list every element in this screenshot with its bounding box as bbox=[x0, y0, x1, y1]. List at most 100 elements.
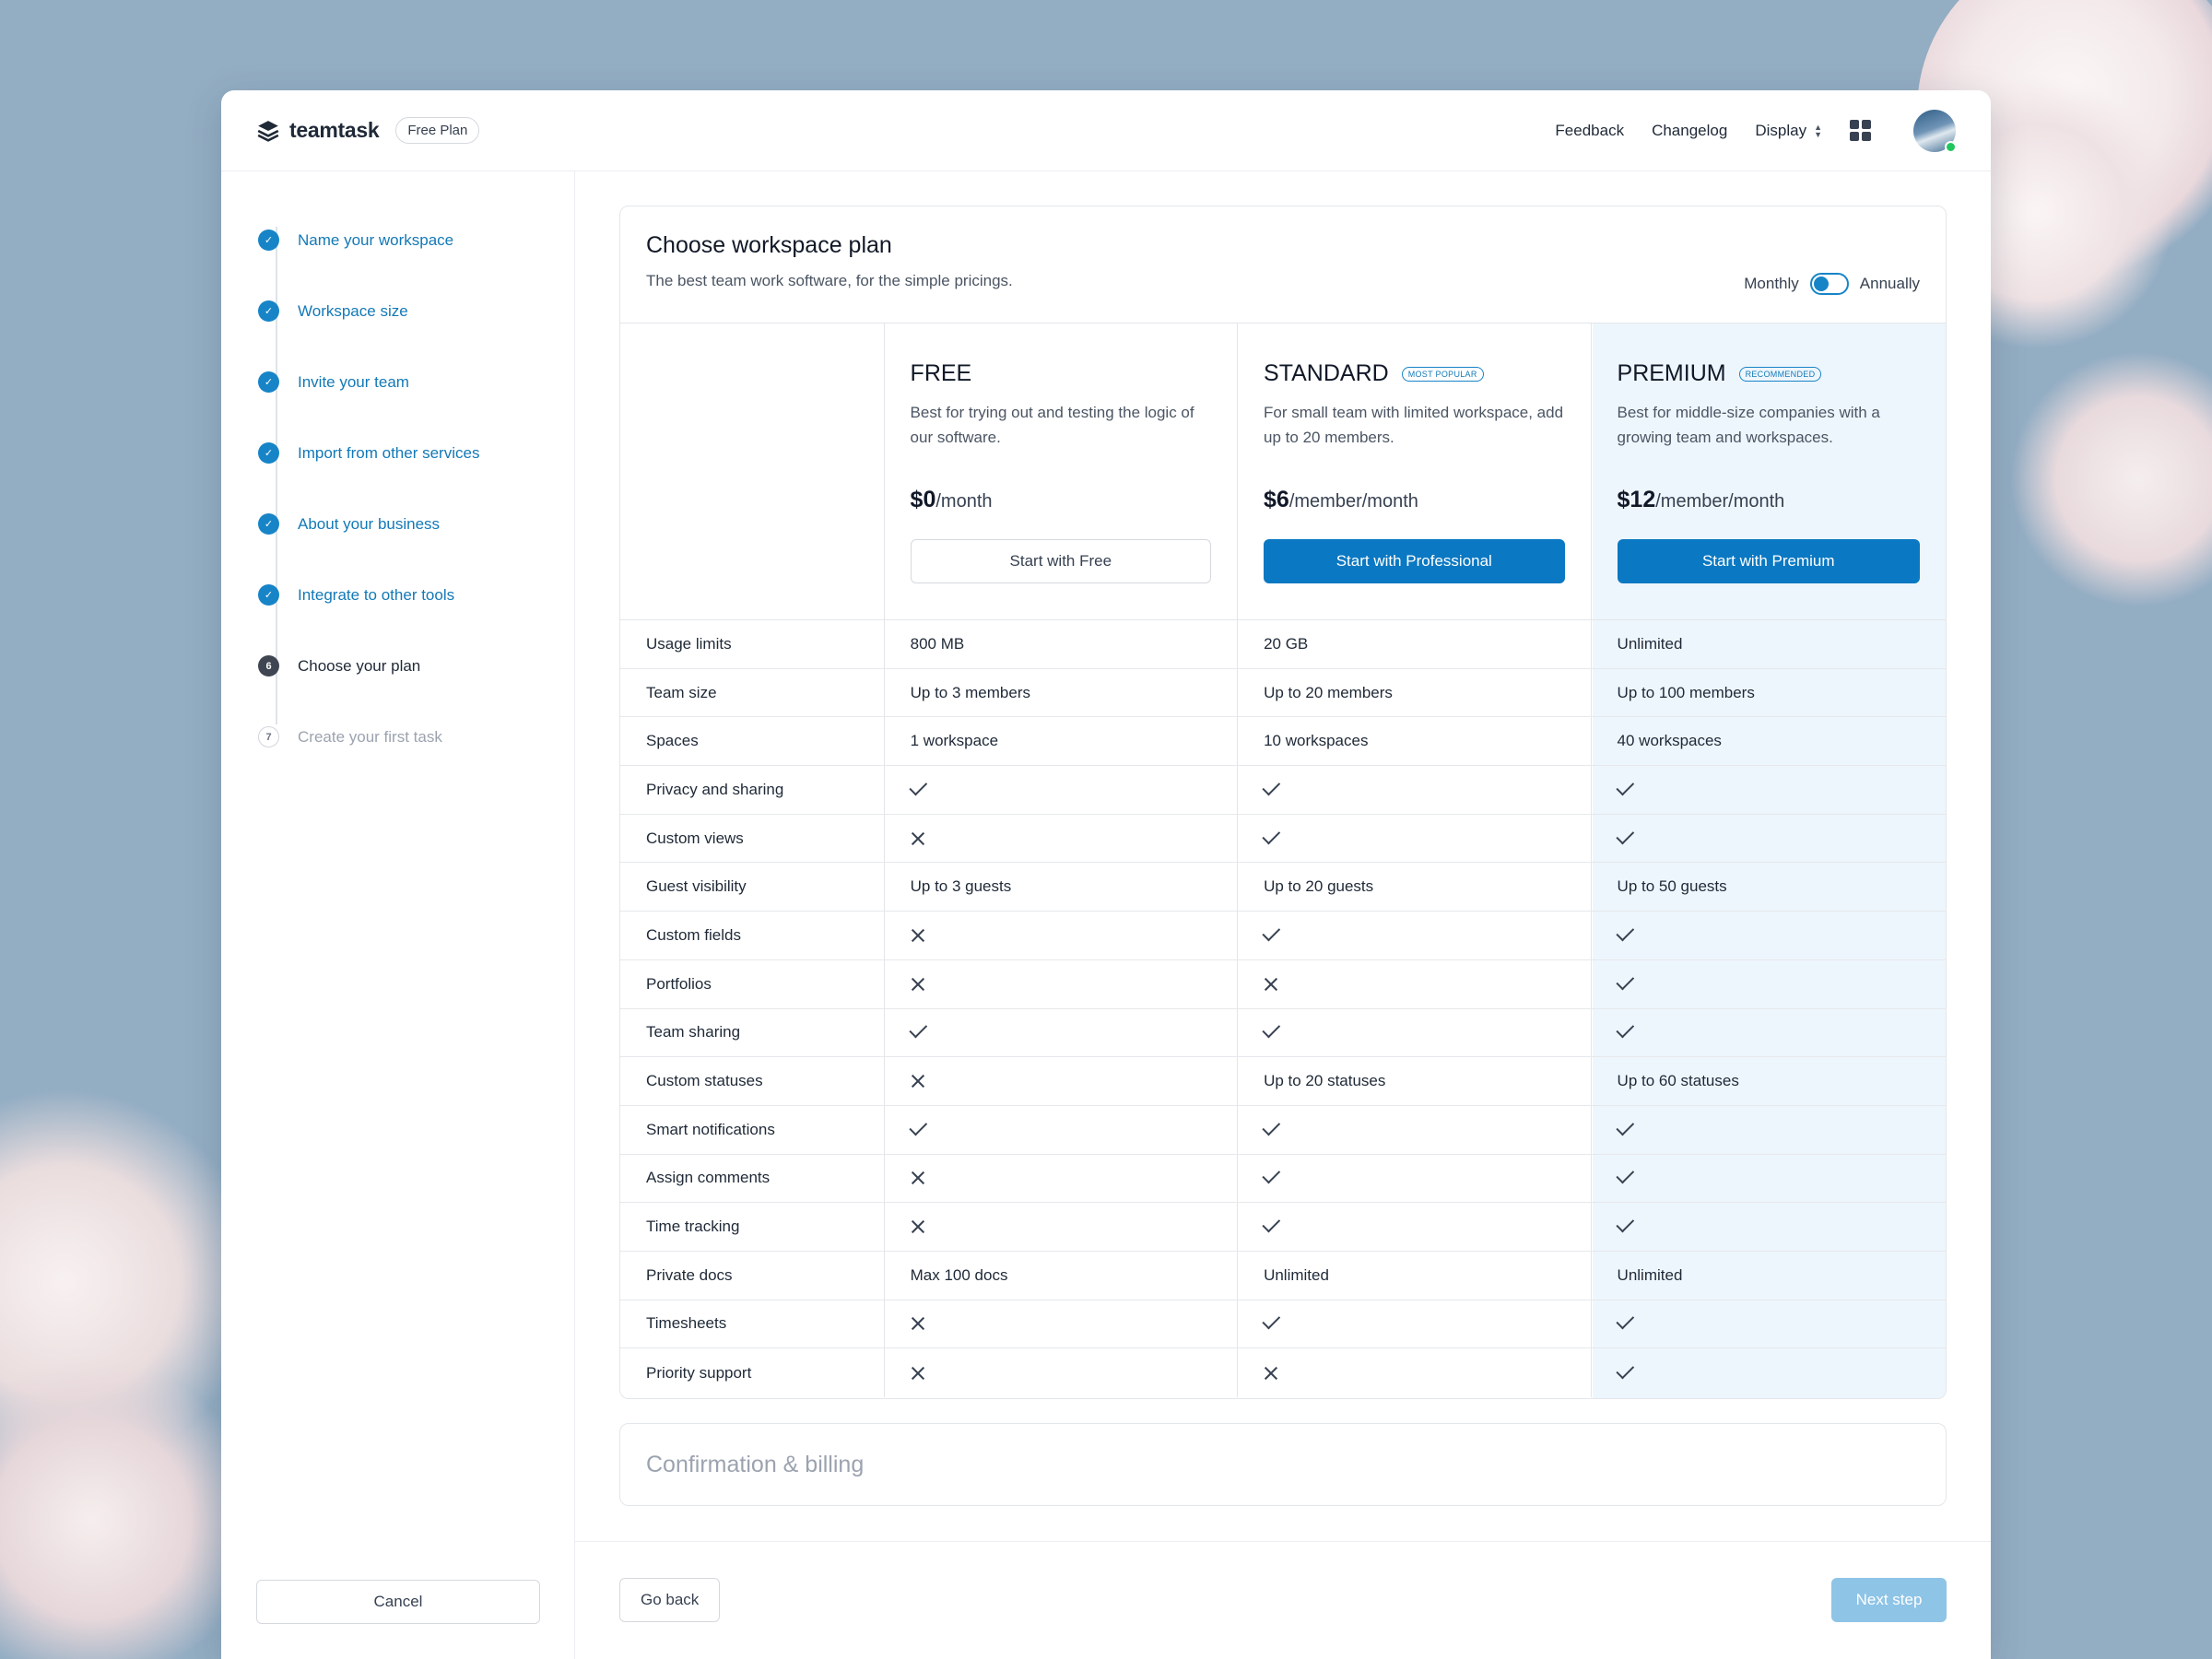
feature-value-standard bbox=[1238, 1300, 1592, 1348]
top-nav: Feedback Changelog Display ▲ ▼ bbox=[1555, 109, 1957, 153]
tier-price: $12/member/month bbox=[1618, 487, 1920, 513]
avatar[interactable] bbox=[1913, 109, 1957, 153]
feature-value-premium bbox=[1592, 1155, 1946, 1203]
tier-name: PREMIUM bbox=[1617, 360, 1726, 386]
feature-value-standard: 20 GB bbox=[1238, 620, 1592, 668]
step-item[interactable]: ✓ Invite your team bbox=[258, 347, 574, 418]
table-row: Usage limits 800 MB 20 GB Unlimited bbox=[620, 620, 1946, 669]
cancel-button[interactable]: Cancel bbox=[256, 1580, 540, 1624]
apps-grid-icon[interactable] bbox=[1850, 120, 1871, 141]
feature-value-standard: Up to 20 members bbox=[1238, 668, 1592, 717]
step-item[interactable]: 6 Choose your plan bbox=[258, 630, 574, 701]
feature-value-free: Up to 3 members bbox=[885, 668, 1239, 717]
table-row: Assign comments bbox=[620, 1154, 1946, 1204]
feature-value-free bbox=[885, 912, 1239, 959]
step-item[interactable]: ✓ Name your workspace bbox=[258, 205, 574, 276]
toggle-knob bbox=[1813, 276, 1829, 291]
check-icon bbox=[1262, 777, 1281, 796]
tier-name-row: PREMIUM RECOMMENDED bbox=[1618, 360, 1920, 387]
check-circle-icon: ✓ bbox=[258, 442, 279, 464]
step-item[interactable]: ✓ About your business bbox=[258, 488, 574, 559]
feature-value-premium bbox=[1592, 1106, 1946, 1154]
plan-card-header: Choose workspace plan The best team work… bbox=[620, 206, 1946, 324]
check-icon bbox=[1262, 923, 1281, 942]
step-number-badge: 6 bbox=[258, 655, 279, 677]
check-icon bbox=[909, 1019, 927, 1039]
table-row: Portfolios bbox=[620, 959, 1946, 1009]
feature-name: Priority support bbox=[620, 1348, 885, 1397]
feature-name: Spaces bbox=[620, 717, 885, 766]
confirmation-card[interactable]: Confirmation & billing bbox=[619, 1423, 1947, 1506]
feature-name: Team sharing bbox=[620, 1008, 885, 1057]
step-list: ✓ Name your workspace ✓ Workspace size ✓ Invi… bbox=[221, 171, 574, 772]
feature-value-premium bbox=[1592, 1300, 1946, 1348]
check-icon bbox=[1615, 1214, 1634, 1233]
feature-name: Guest visibility bbox=[620, 863, 885, 912]
feature-value-free bbox=[885, 1057, 1239, 1105]
feature-name: Smart notifications bbox=[620, 1105, 885, 1154]
changelog-link[interactable]: Changelog bbox=[1652, 122, 1727, 140]
monthly-label[interactable]: Monthly bbox=[1744, 275, 1799, 293]
feature-value-premium bbox=[1592, 1348, 1946, 1397]
x-icon bbox=[911, 1074, 925, 1088]
x-icon bbox=[1264, 1366, 1278, 1381]
feature-value-free bbox=[885, 1300, 1239, 1348]
step-item[interactable]: ✓ Integrate to other tools bbox=[258, 559, 574, 630]
brand-name: teamtask bbox=[289, 118, 380, 142]
feature-value-premium bbox=[1592, 1203, 1946, 1251]
feature-value-standard bbox=[1238, 1008, 1592, 1057]
x-icon bbox=[911, 1316, 925, 1331]
check-icon bbox=[1615, 1165, 1634, 1184]
step-label: About your business bbox=[298, 514, 441, 533]
feature-value-standard: 10 workspaces bbox=[1238, 717, 1592, 766]
check-icon bbox=[1615, 1360, 1634, 1380]
feature-value-free: Up to 3 guests bbox=[885, 863, 1239, 912]
x-icon bbox=[911, 831, 925, 846]
table-row: Privacy and sharing bbox=[620, 766, 1946, 815]
table-row: Spaces 1 workspace 10 workspaces 40 workspa… bbox=[620, 717, 1946, 767]
feature-value-standard bbox=[1238, 959, 1592, 1008]
feature-rows: Usage limits 800 MB 20 GB Unlimited Team siz… bbox=[620, 620, 1946, 1397]
annually-label[interactable]: Annually bbox=[1860, 275, 1920, 293]
x-icon bbox=[911, 1171, 925, 1185]
feature-value-free bbox=[885, 1008, 1239, 1057]
next-step-button[interactable]: Next step bbox=[1831, 1578, 1947, 1622]
sidebar: ✓ Name your workspace ✓ Workspace size ✓ Invi… bbox=[221, 171, 575, 1659]
feature-value-premium: Unlimited bbox=[1617, 634, 1683, 653]
main-content: Choose workspace plan The best team work… bbox=[575, 171, 1991, 1659]
tier-description: Best for trying out and testing the logi… bbox=[910, 404, 1194, 446]
step-item[interactable]: ✓ Import from other services bbox=[258, 418, 574, 488]
plan-card: Choose workspace plan The best team work… bbox=[619, 206, 1947, 1399]
page-title: Choose workspace plan bbox=[646, 232, 892, 258]
feature-value-free bbox=[885, 814, 1239, 863]
feature-value-standard bbox=[1238, 1154, 1592, 1203]
step-item[interactable]: 7 Create your first task bbox=[258, 701, 574, 772]
billing-toggle-group: Monthly Annually bbox=[1744, 273, 1920, 295]
table-row: Private docs Max 100 docs Unlimited Unlimit… bbox=[620, 1251, 1946, 1300]
feature-name: Time tracking bbox=[620, 1203, 885, 1251]
feature-name: Usage limits bbox=[620, 620, 885, 668]
check-icon bbox=[1615, 1312, 1634, 1330]
feature-name: Assign comments bbox=[620, 1154, 885, 1203]
feature-value-premium bbox=[1592, 766, 1946, 814]
x-icon bbox=[911, 928, 925, 943]
display-dropdown[interactable]: Display ▲ ▼ bbox=[1755, 122, 1822, 140]
step-label: Workspace size bbox=[298, 301, 408, 320]
step-item[interactable]: ✓ Workspace size bbox=[258, 276, 574, 347]
table-row: Team sharing bbox=[620, 1008, 1946, 1058]
tier-name-row: FREE bbox=[911, 360, 1211, 387]
logo[interactable]: teamtask bbox=[256, 118, 380, 143]
x-icon bbox=[911, 1366, 925, 1381]
start-standard-button[interactable]: Start with Professional bbox=[1264, 539, 1565, 583]
check-icon bbox=[1615, 923, 1634, 942]
feature-value-standard bbox=[1238, 814, 1592, 863]
go-back-button[interactable]: Go back bbox=[619, 1578, 721, 1622]
check-icon bbox=[1262, 1117, 1281, 1136]
billing-toggle[interactable] bbox=[1809, 273, 1849, 295]
start-premium-button[interactable]: Start with Premium bbox=[1617, 539, 1920, 583]
feedback-link[interactable]: Feedback bbox=[1555, 122, 1624, 140]
tier-description: For small team with limited workspace, a… bbox=[1264, 404, 1564, 446]
feature-name: Timesheets bbox=[620, 1300, 885, 1348]
step-label: Invite your team bbox=[298, 372, 409, 391]
start-free-button[interactable]: Start with Free bbox=[910, 539, 1212, 583]
